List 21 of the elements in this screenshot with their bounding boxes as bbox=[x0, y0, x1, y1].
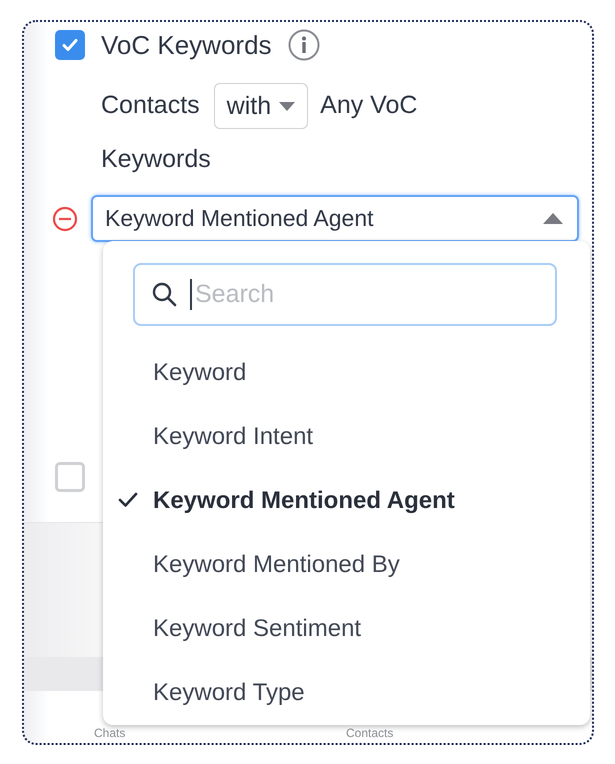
dropdown-option[interactable]: Keyword Mentioned Agent bbox=[103, 469, 590, 533]
filter-label: VoC Keywords bbox=[101, 29, 272, 61]
dropdown-option[interactable]: Keyword Sentiment bbox=[103, 597, 590, 661]
check-icon bbox=[118, 492, 138, 508]
dropdown-option[interactable]: Keyword Type bbox=[103, 661, 590, 725]
condition-prefix: Contacts bbox=[101, 91, 200, 119]
dropdown-option[interactable]: Keyword Intent bbox=[103, 405, 590, 469]
info-icon[interactable] bbox=[288, 29, 320, 61]
condition-suffix: Keywords bbox=[101, 145, 211, 173]
remove-icon[interactable] bbox=[52, 206, 78, 232]
search-icon bbox=[151, 281, 177, 307]
operator-select[interactable]: with bbox=[214, 83, 308, 130]
text-cursor bbox=[190, 279, 192, 310]
condition-suffix: Any VoC bbox=[320, 91, 418, 119]
dropdown-option[interactable]: Keyword bbox=[103, 341, 590, 405]
checkbox[interactable] bbox=[55, 462, 85, 492]
caret-icon bbox=[543, 213, 563, 224]
dropdown-option[interactable]: Keyword Mentioned By bbox=[103, 533, 590, 597]
checkbox[interactable] bbox=[55, 30, 85, 60]
caret-icon bbox=[279, 102, 296, 111]
search-field[interactable]: Search bbox=[133, 263, 557, 326]
